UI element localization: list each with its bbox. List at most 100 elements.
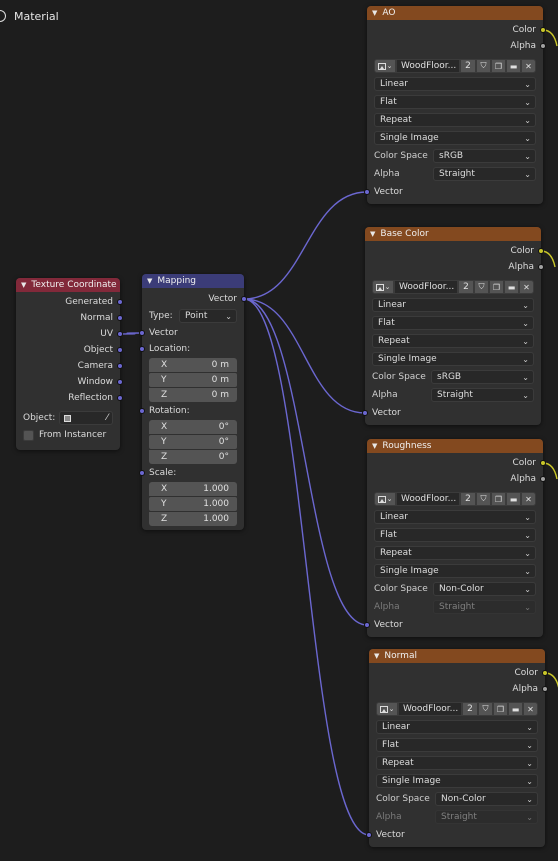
fake-user-shield-icon[interactable]: ⛉ [476,59,491,73]
from-instancer-row[interactable]: From Instancer [16,427,120,443]
output-socket[interactable] [540,43,546,49]
image-name-field[interactable]: WoodFloor... [396,492,460,506]
output-socket[interactable] [538,264,544,270]
close-icon[interactable]: ✕ [519,280,534,294]
output-socket[interactable] [540,460,546,466]
input-socket[interactable] [366,832,372,838]
projection-dropdown[interactable]: Flat ⌄ [374,95,536,109]
chevron-down-icon[interactable]: ▼ [374,652,379,660]
projection-dropdown[interactable]: Flat ⌄ [374,528,536,542]
input-socket[interactable] [139,470,145,476]
output-socket[interactable] [241,296,247,302]
mapping-node[interactable]: ▼ Mapping Vector Type: Point ⌄ Vector Loc… [139,274,247,530]
alpha-mode-dropdown[interactable]: Straight ⌄ [435,810,538,824]
image-name-field[interactable]: WoodFloor... [396,59,460,73]
close-icon[interactable]: ✕ [521,59,536,73]
input-socket[interactable] [362,410,368,416]
user-count-button[interactable]: 2 [462,702,478,716]
chevron-down-icon[interactable]: ▼ [147,277,152,285]
extension-dropdown[interactable]: Repeat ⌄ [374,546,536,560]
duplicate-icon[interactable]: ❐ [489,280,504,294]
image-name-field[interactable]: WoodFloor... [398,702,462,716]
projection-dropdown[interactable]: Flat ⌄ [376,738,538,752]
output-socket[interactable] [117,299,123,305]
interpolation-dropdown[interactable]: Linear ⌄ [374,77,536,91]
extension-dropdown[interactable]: Repeat ⌄ [374,113,536,127]
alpha-mode-dropdown[interactable]: Straight ⌄ [433,600,536,614]
close-icon[interactable]: ✕ [521,492,536,506]
source-dropdown[interactable]: Single Image ⌄ [374,564,536,578]
scale-x-field[interactable]: X 1.000 [149,482,237,496]
interpolation-dropdown[interactable]: Linear ⌄ [372,298,534,312]
rotation-z-field[interactable]: Z 0° [149,450,237,464]
type-dropdown[interactable]: Point ⌄ [179,309,237,323]
color-space-dropdown[interactable]: sRGB ⌄ [431,370,534,384]
browse-image-button[interactable]: ⌄ [376,702,398,716]
output-socket[interactable] [117,379,123,385]
fake-user-shield-icon[interactable]: ⛉ [476,492,491,506]
image-texture-node-base-color[interactable]: ▼ Base Color Color Alpha ⌄ WoodFloor... … [362,227,544,425]
image-texture-node-ao[interactable]: ▼ AO Color Alpha ⌄ WoodFloor... 2 ⛉ ❐ ▬ … [364,6,546,204]
folder-open-icon[interactable]: ▬ [506,59,521,73]
duplicate-icon[interactable]: ❐ [493,702,508,716]
location-z-field[interactable]: Z 0 m [149,388,237,402]
input-socket[interactable] [139,346,145,352]
source-dropdown[interactable]: Single Image ⌄ [372,352,534,366]
interpolation-dropdown[interactable]: Linear ⌄ [376,720,538,734]
alpha-mode-dropdown[interactable]: Straight ⌄ [433,167,536,181]
folder-open-icon[interactable]: ▬ [508,702,523,716]
texture-coordinate-node[interactable]: ▼ Texture Coordinate Generated Normal UV… [16,278,123,450]
input-socket[interactable] [364,622,370,628]
input-socket[interactable] [139,408,145,414]
source-dropdown[interactable]: Single Image ⌄ [374,131,536,145]
user-count-button[interactable]: 2 [460,59,476,73]
interpolation-dropdown[interactable]: Linear ⌄ [374,510,536,524]
output-socket[interactable] [542,670,548,676]
color-space-dropdown[interactable]: sRGB ⌄ [433,149,536,163]
input-socket[interactable] [364,189,370,195]
node-header[interactable]: ▼ Base Color [365,227,541,241]
output-socket[interactable] [538,248,544,254]
folder-open-icon[interactable]: ▬ [504,280,519,294]
duplicate-icon[interactable]: ❐ [491,59,506,73]
location-x-field[interactable]: X 0 m [149,358,237,372]
output-socket[interactable] [117,395,123,401]
node-header[interactable]: ▼ Texture Coordinate [16,278,120,292]
close-icon[interactable]: ✕ [523,702,538,716]
output-socket[interactable] [117,363,123,369]
from-instancer-checkbox[interactable] [23,429,34,441]
chevron-down-icon[interactable]: ▼ [370,230,375,238]
folder-open-icon[interactable]: ▬ [506,492,521,506]
output-socket[interactable] [542,686,548,692]
image-texture-node-normal[interactable]: ▼ Normal Color Alpha ⌄ WoodFloor... 2 ⛉ … [366,649,548,847]
image-texture-node-roughness[interactable]: ▼ Roughness Color Alpha ⌄ WoodFloor... 2… [364,439,546,637]
image-name-field[interactable]: WoodFloor... [394,280,458,294]
user-count-button[interactable]: 2 [460,492,476,506]
location-y-field[interactable]: Y 0 m [149,373,237,387]
node-header[interactable]: ▼ Mapping [142,274,244,288]
output-socket[interactable] [117,331,123,337]
duplicate-icon[interactable]: ❐ [491,492,506,506]
input-socket[interactable] [139,330,145,336]
node-header[interactable]: ▼ Normal [369,649,545,663]
chevron-down-icon[interactable]: ▼ [372,442,377,450]
chevron-down-icon[interactable]: ▼ [372,9,377,17]
projection-dropdown[interactable]: Flat ⌄ [372,316,534,330]
output-socket[interactable] [117,347,123,353]
color-space-dropdown[interactable]: Non-Color ⌄ [435,792,538,806]
node-header[interactable]: ▼ AO [367,6,543,20]
object-field[interactable]: ⁄ [59,411,113,425]
output-socket[interactable] [117,315,123,321]
rotation-y-field[interactable]: Y 0° [149,435,237,449]
color-space-dropdown[interactable]: Non-Color ⌄ [433,582,536,596]
extension-dropdown[interactable]: Repeat ⌄ [376,756,538,770]
node-header[interactable]: ▼ Roughness [367,439,543,453]
browse-image-button[interactable]: ⌄ [374,492,396,506]
extension-dropdown[interactable]: Repeat ⌄ [372,334,534,348]
scale-y-field[interactable]: Y 1.000 [149,497,237,511]
scale-z-field[interactable]: Z 1.000 [149,512,237,526]
alpha-mode-dropdown[interactable]: Straight ⌄ [431,388,534,402]
rotation-x-field[interactable]: X 0° [149,420,237,434]
browse-image-button[interactable]: ⌄ [372,280,394,294]
user-count-button[interactable]: 2 [458,280,474,294]
